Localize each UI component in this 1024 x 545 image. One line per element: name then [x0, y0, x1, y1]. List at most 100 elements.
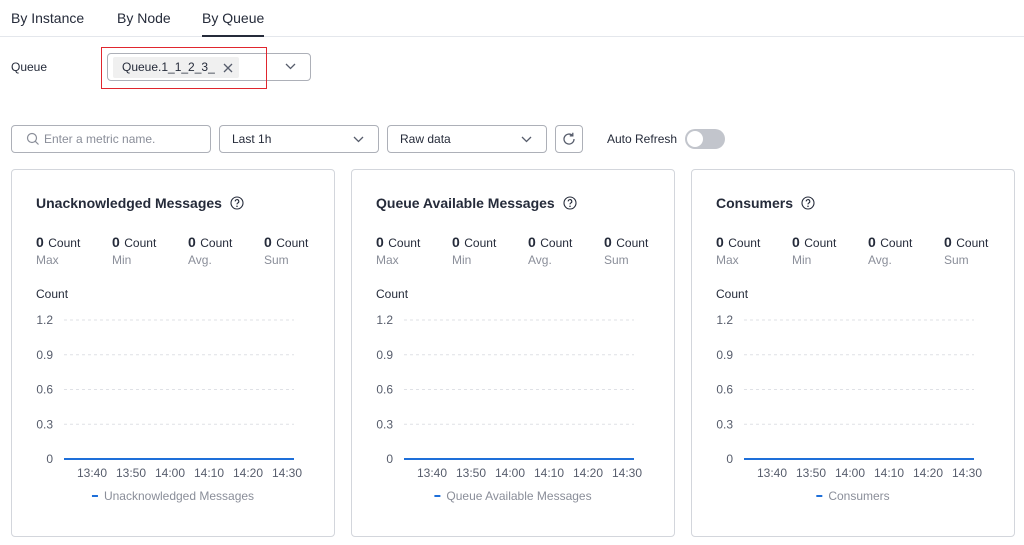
- chevron-down-icon[interactable]: [285, 62, 296, 71]
- stat-value: 0: [944, 234, 952, 250]
- y-tick-label: 0: [386, 452, 393, 466]
- card-title-text: Queue Available Messages: [376, 195, 555, 211]
- tab-by-queue[interactable]: By Queue: [202, 10, 265, 37]
- stat-label: Sum: [264, 253, 289, 267]
- stat-value: 0: [264, 234, 272, 250]
- search-input[interactable]: [44, 132, 204, 146]
- x-tick-label: 13:50: [456, 466, 486, 480]
- stat-value: 0: [868, 234, 876, 250]
- stat-min: 0 Count Min: [452, 234, 522, 267]
- chart-legend: Unacknowledged Messages: [91, 489, 254, 503]
- stat-value: 0: [604, 234, 612, 250]
- stat-unit: Count: [728, 236, 761, 250]
- x-tick-label: 14:30: [612, 466, 642, 480]
- stat-unit: Count: [956, 236, 989, 250]
- stat-value: 0: [188, 234, 196, 250]
- stat-label: Avg.: [188, 253, 212, 267]
- stat-sum: 0 Count Sum: [264, 234, 334, 267]
- stat-label: Max: [716, 253, 739, 267]
- x-tick-label: 13:50: [796, 466, 826, 480]
- stat-unit: Count: [388, 236, 421, 250]
- refresh-button[interactable]: [555, 125, 583, 153]
- help-icon[interactable]: [801, 196, 815, 210]
- y-axis-label: Count: [36, 287, 69, 301]
- stat-value: 0: [36, 234, 44, 250]
- y-tick-label: 0.6: [36, 383, 53, 397]
- stat-unit: Count: [616, 236, 649, 250]
- highlight-box: [101, 47, 267, 89]
- y-tick-label: 0: [726, 452, 733, 466]
- stat-label: Sum: [944, 253, 969, 267]
- view-tabs: By Instance By Node By Queue: [0, 0, 1024, 37]
- metric-card: Queue Available Messages 0 Count Max 0 Coun…: [351, 169, 675, 537]
- line-chart: Count 1.2 0.9 0.6 0.3 0 13:40 13:50 14:00 14:10 14…: [376, 287, 642, 503]
- stat-unit: Count: [464, 236, 497, 250]
- x-tick-label: 14:20: [913, 466, 943, 480]
- card-title: Unacknowledged Messages: [36, 195, 244, 211]
- stat-value: 0: [112, 234, 120, 250]
- help-icon[interactable]: [563, 196, 577, 210]
- stat-label: Sum: [604, 253, 629, 267]
- stat-avg: 0 Count Avg.: [868, 234, 938, 267]
- help-icon[interactable]: [230, 196, 244, 210]
- stat-value: 0: [792, 234, 800, 250]
- legend-label: Unacknowledged Messages: [104, 489, 254, 503]
- metric-search[interactable]: [11, 125, 211, 153]
- stat-value: 0: [376, 234, 384, 250]
- auto-refresh-label: Auto Refresh: [607, 132, 678, 146]
- stat-label: Max: [376, 253, 399, 267]
- metric-card: Unacknowledged Messages 0 Count Max 0 Count…: [11, 169, 335, 537]
- time-range-value: Last 1h: [232, 132, 272, 146]
- chevron-down-icon: [521, 136, 532, 143]
- y-tick-label: 1.2: [716, 313, 733, 327]
- data-mode-select[interactable]: Raw data: [387, 125, 547, 153]
- stat-label: Max: [36, 253, 59, 267]
- queue-label: Queue: [11, 60, 48, 74]
- stat-avg: 0 Count Avg.: [528, 234, 598, 267]
- toggle-knob: [687, 131, 703, 147]
- tab-by-instance[interactable]: By Instance: [11, 10, 84, 37]
- y-axis-label: Count: [376, 287, 409, 301]
- auto-refresh-toggle[interactable]: [685, 129, 725, 149]
- y-tick-label: 0.6: [716, 383, 733, 397]
- y-tick-label: 0.6: [376, 383, 393, 397]
- x-tick-label: 14:00: [155, 466, 185, 480]
- stat-label: Avg.: [528, 253, 552, 267]
- chart-legend: Consumers: [816, 489, 890, 503]
- x-tick-label: 14:20: [573, 466, 603, 480]
- x-tick-label: 14:00: [835, 466, 865, 480]
- stat-sum: 0 Count Sum: [604, 234, 674, 267]
- stat-min: 0 Count Min: [792, 234, 862, 267]
- tab-by-node[interactable]: By Node: [117, 10, 171, 37]
- y-tick-label: 0.3: [376, 417, 393, 431]
- x-tick-label: 13:40: [417, 466, 447, 480]
- y-tick-label: 1.2: [376, 313, 393, 327]
- y-tick-label: 0: [46, 452, 53, 466]
- stat-unit: Count: [540, 236, 573, 250]
- time-range-select[interactable]: Last 1h: [219, 125, 379, 153]
- y-tick-label: 0.9: [376, 348, 393, 362]
- x-tick-label: 13:40: [77, 466, 107, 480]
- stat-label: Min: [112, 253, 132, 267]
- stat-unit: Count: [124, 236, 157, 250]
- legend-label: Consumers: [828, 489, 889, 503]
- card-title: Consumers: [716, 195, 815, 211]
- stat-value: 0: [716, 234, 724, 250]
- x-tick-label: 14:10: [194, 466, 224, 480]
- x-tick-label: 14:10: [874, 466, 904, 480]
- stat-max: 0 Count Max: [376, 234, 446, 267]
- refresh-icon: [563, 132, 575, 145]
- x-tick-label: 13:40: [757, 466, 787, 480]
- legend-label: Queue Available Messages: [446, 489, 591, 503]
- y-tick-label: 0.9: [716, 348, 733, 362]
- y-tick-label: 0.9: [36, 348, 53, 362]
- x-tick-label: 14:30: [952, 466, 982, 480]
- stat-max: 0 Count Max: [716, 234, 786, 267]
- card-title-text: Consumers: [716, 195, 794, 211]
- x-tick-label: 14:10: [534, 466, 564, 480]
- stat-avg: 0 Count Avg.: [188, 234, 258, 267]
- line-chart: Count 1.2 0.9 0.6 0.3 0 13:40 13:50 14:00 14:10 14…: [36, 287, 302, 503]
- stat-value: 0: [528, 234, 536, 250]
- x-tick-label: 13:50: [116, 466, 146, 480]
- card-title: Queue Available Messages: [376, 195, 577, 211]
